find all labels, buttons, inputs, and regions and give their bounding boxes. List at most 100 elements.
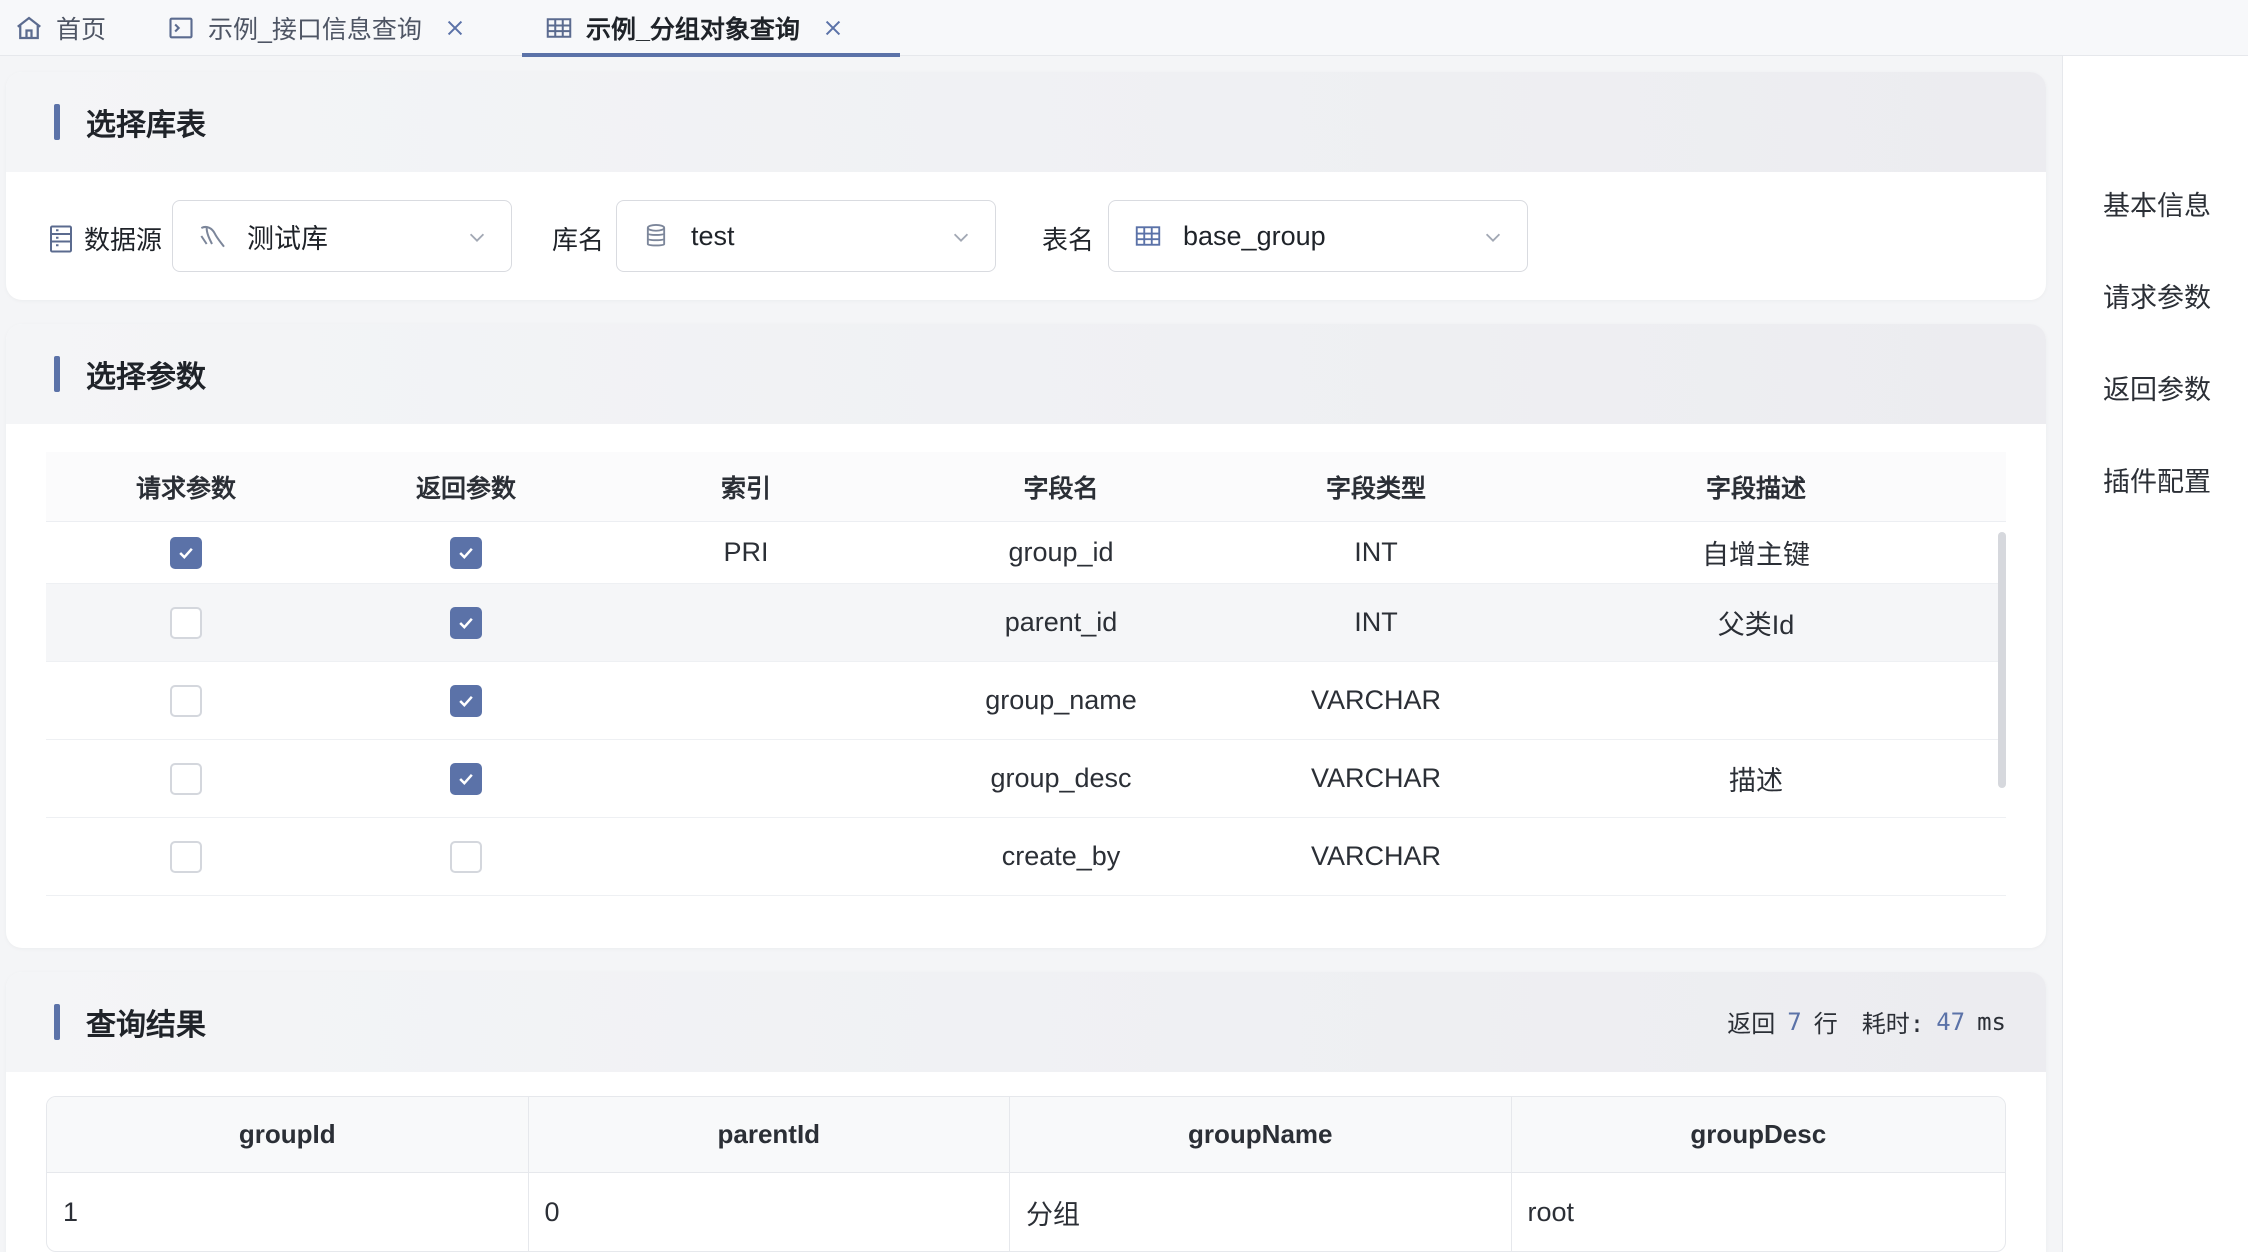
section-header: 选择库表 (6, 72, 2046, 172)
field-name-cell: group_id (1008, 537, 1114, 567)
section-accent-bar (54, 104, 60, 140)
field-desc-cell: 父类Id (1717, 610, 1795, 640)
close-icon[interactable] (818, 13, 848, 43)
select-table-section: 选择库表 数据源 测试库 库名 test 表名 base_group (6, 72, 2046, 300)
tab-group-query[interactable]: 示例_分组对象查询 (522, 0, 900, 57)
chevron-down-icon (947, 223, 975, 251)
index-cell: PRI (723, 537, 769, 567)
table-row: group_name VARCHAR (46, 662, 2006, 740)
field-desc-cell: 自增主键 (1702, 540, 1810, 570)
result-stats: 返回 7 行 耗时: 47 ms (1727, 1004, 2006, 1039)
tab-home-label: 首页 (56, 16, 107, 44)
row-count: 7 (1787, 1007, 1802, 1036)
params-table: 请求参数 返回参数 索引 字段名 字段类型 字段描述 PRI group_id … (46, 452, 2006, 896)
field-name-cell: group_name (985, 685, 1137, 715)
database-icon (639, 219, 673, 253)
column-header: groupId (47, 1097, 529, 1172)
section-title: 查询结果 (86, 1009, 206, 1042)
terminal-icon (164, 11, 198, 45)
anchor-response-params[interactable]: 返回参数 (2103, 368, 2211, 407)
database-list-icon (48, 224, 74, 254)
request-param-checkbox[interactable] (170, 762, 202, 795)
section-accent-bar (54, 1004, 60, 1040)
response-param-checkbox[interactable] (450, 684, 482, 717)
column-header: 字段名 (1023, 474, 1099, 503)
table-row: 1 0 分组 root (47, 1173, 2005, 1251)
table-row: create_by VARCHAR (46, 818, 2006, 896)
database-value: test (691, 220, 735, 251)
table-cell: 分组 (1010, 1173, 1512, 1251)
field-desc-cell: 描述 (1729, 766, 1783, 796)
request-param-checkbox[interactable] (170, 536, 202, 569)
tab-home[interactable]: 首页 (12, 0, 106, 56)
table-icon (542, 11, 576, 45)
field-type-cell: VARCHAR (1310, 685, 1442, 715)
params-scrollbar[interactable] (1998, 532, 2006, 788)
anchor-request-params[interactable]: 请求参数 (2103, 276, 2211, 315)
select-params-section: 选择参数 请求参数 返回参数 索引 字段名 字段类型 字段描述 PRI grou… (6, 324, 2046, 948)
tab-group-query-label: 示例_分组对象查询 (586, 16, 800, 44)
time-value: 47 (1936, 1007, 1966, 1036)
section-accent-bar (54, 356, 60, 392)
close-icon[interactable] (440, 13, 470, 43)
table-select[interactable]: base_group (1108, 200, 1528, 272)
column-header: groupName (1010, 1097, 1512, 1172)
column-header: 请求参数 (135, 474, 236, 503)
request-param-checkbox[interactable] (170, 606, 202, 639)
time-label: 耗时: (1861, 1010, 1925, 1038)
column-header: 索引 (720, 474, 771, 503)
tab-interface-query[interactable]: 示例_接口信息查询 (164, 0, 470, 56)
section-title: 选择参数 (86, 361, 206, 394)
field-name-cell: create_by (1001, 841, 1121, 871)
table-cell: root (1527, 1196, 1575, 1227)
return-label: 返回 (1727, 1010, 1776, 1038)
response-param-checkbox[interactable] (450, 606, 482, 639)
database-label: 库名 (552, 225, 605, 255)
mysql-icon (195, 219, 229, 253)
anchor-nav: 基本信息 请求参数 返回参数 插件配置 (2062, 56, 2248, 1252)
request-param-checkbox[interactable] (170, 840, 202, 873)
column-header: 字段描述 (1705, 474, 1806, 503)
database-select[interactable]: test (616, 200, 996, 272)
response-param-checkbox[interactable] (450, 840, 482, 873)
result-table: groupId parentId groupName groupDesc 1 0… (46, 1096, 2006, 1252)
table-cell: 0 (529, 1173, 1011, 1251)
field-name-cell: group_desc (990, 763, 1132, 793)
datasource-label: 数据源 (48, 220, 162, 257)
column-header: 返回参数 (415, 474, 516, 503)
column-header: groupDesc (1690, 1119, 1827, 1149)
datasource-select[interactable]: 测试库 (172, 200, 512, 272)
table-row: PRI group_id INT 自增主键 (46, 522, 2006, 584)
field-name-cell: parent_id (1004, 607, 1118, 637)
chevron-down-icon (1479, 223, 1507, 251)
tab-bar: 首页 示例_接口信息查询 示例_分组对象查询 (0, 0, 2248, 57)
table-value: base_group (1183, 220, 1326, 251)
table-label: 表名 (1042, 225, 1095, 255)
table-icon (1131, 219, 1165, 253)
anchor-basic-info[interactable]: 基本信息 (2103, 184, 2211, 223)
table-row: parent_id INT 父类Id (46, 584, 2006, 662)
query-result-section: 查询结果 返回 7 行 耗时: 47 ms groupId parentId g… (6, 972, 2046, 1252)
field-type-cell: INT (1354, 607, 1398, 637)
tab-interface-query-label: 示例_接口信息查询 (208, 16, 422, 44)
section-title: 选择库表 (86, 109, 206, 142)
row-unit: 行 (1813, 1010, 1838, 1038)
table-row: group_desc VARCHAR 描述 (46, 740, 2006, 818)
field-type-cell: VARCHAR (1310, 763, 1442, 793)
response-param-checkbox[interactable] (450, 536, 482, 569)
anchor-plugin-config[interactable]: 插件配置 (2103, 460, 2211, 499)
params-table-header: 请求参数 返回参数 索引 字段名 字段类型 字段描述 (46, 452, 2006, 522)
chevron-down-icon (463, 223, 491, 251)
column-header: 字段类型 (1325, 474, 1426, 503)
request-param-checkbox[interactable] (170, 684, 202, 717)
section-header: 选择参数 (6, 324, 2046, 424)
datasource-value: 测试库 (247, 223, 328, 254)
table-cell: 1 (47, 1173, 529, 1251)
time-unit: ms (1977, 1007, 2006, 1036)
field-type-cell: VARCHAR (1310, 841, 1442, 871)
home-icon (12, 11, 46, 45)
response-param-checkbox[interactable] (450, 762, 482, 795)
field-type-cell: INT (1354, 537, 1398, 567)
column-header: parentId (529, 1097, 1011, 1172)
result-table-header: groupId parentId groupName groupDesc (47, 1097, 2005, 1173)
